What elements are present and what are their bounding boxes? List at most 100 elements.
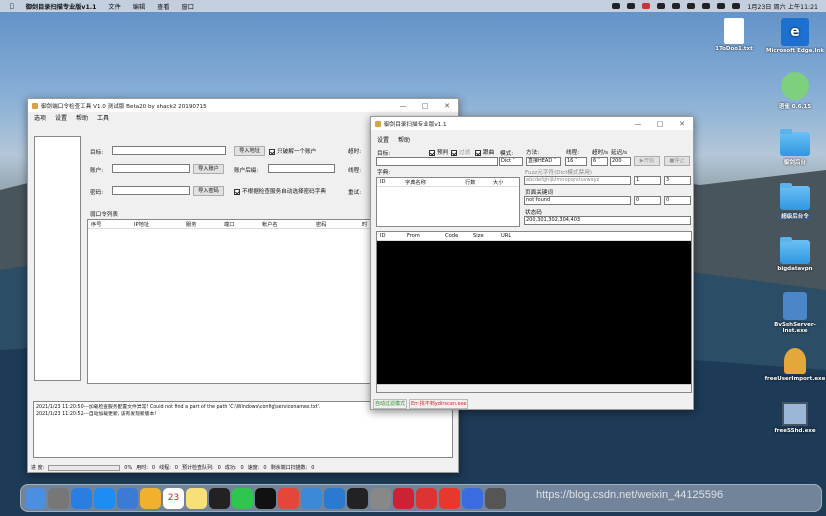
col-time[interactable]: 时 xyxy=(362,221,367,228)
wifi-icon[interactable] xyxy=(702,3,711,9)
menu-help[interactable]: 帮助 xyxy=(398,135,410,144)
search-icon[interactable] xyxy=(732,3,741,9)
predict-checkbox[interactable] xyxy=(429,149,435,156)
col-ip[interactable]: IP地址 xyxy=(134,221,186,228)
status-icon[interactable] xyxy=(612,3,621,9)
only-one-checkbox[interactable] xyxy=(269,148,275,155)
menu-tools[interactable]: 工具 xyxy=(97,113,109,122)
results-table[interactable]: ID From Code Size URL xyxy=(376,231,692,393)
menu-help[interactable]: 帮助 xyxy=(76,113,88,122)
battery-icon[interactable] xyxy=(717,3,726,9)
desktop-icon-edge[interactable]: e Microsoft Edge.lnk xyxy=(764,18,826,54)
desktop-icon-folder[interactable]: bigdatavpn xyxy=(764,237,826,272)
app-icon[interactable] xyxy=(485,487,506,509)
menu-edit[interactable]: 编辑 xyxy=(133,2,145,11)
horizontal-scrollbar[interactable] xyxy=(377,384,691,392)
account-suffix-input[interactable] xyxy=(268,164,335,173)
activity-monitor-icon[interactable] xyxy=(209,487,230,509)
safari-icon[interactable] xyxy=(71,487,92,509)
desktop-icon-folder[interactable]: 御剑后台 xyxy=(764,129,826,166)
chrome-icon[interactable] xyxy=(278,487,299,509)
not-check-option[interactable]: 不根据检查服务自动选择密码字典 xyxy=(234,187,326,195)
follow-checkbox[interactable] xyxy=(475,149,481,156)
mode-select[interactable]: Dict ˅ xyxy=(499,157,523,166)
desktop-icon-freeuser[interactable]: freeUserImport.exe xyxy=(764,348,826,382)
weak-password-table[interactable]: 序号 IP地址 服务 端口 帐户名 密码 时 xyxy=(87,219,375,384)
record-icon[interactable] xyxy=(642,3,651,9)
target-input[interactable] xyxy=(112,146,226,155)
col-lines[interactable]: 行数 xyxy=(465,179,493,186)
col-url[interactable]: URL xyxy=(501,233,511,239)
calendar-icon[interactable]: 23 xyxy=(163,487,184,509)
import-address-button[interactable]: 导入地址 xyxy=(234,146,265,156)
predict-option[interactable]: 预判 xyxy=(429,148,448,156)
col-code[interactable]: Code xyxy=(445,233,473,239)
only-one-option[interactable]: 只破解一个账户 xyxy=(269,147,316,155)
stop-button[interactable]: ■停止 xyxy=(664,156,690,166)
finder-icon[interactable] xyxy=(25,487,46,509)
filter-checkbox[interactable] xyxy=(451,149,457,156)
start-button[interactable]: ▶开始 xyxy=(634,156,660,166)
launchpad-icon[interactable] xyxy=(48,487,69,509)
import-password-button[interactable]: 导入密码 xyxy=(193,186,224,196)
desktop-icon-freesshd[interactable]: freeSShd.exe xyxy=(764,402,826,434)
app-name[interactable]: 御剑目录扫描专业版v1.1 xyxy=(26,2,97,11)
menu-settings[interactable]: 设置 xyxy=(377,135,389,144)
col-from[interactable]: From xyxy=(407,233,445,239)
apple-icon[interactable]:  xyxy=(10,3,14,10)
desktop-icon-folder[interactable]: 超级后台令 xyxy=(764,183,826,220)
col-id[interactable]: ID xyxy=(377,179,405,185)
col-port[interactable]: 端口 xyxy=(224,221,262,228)
status-code-input[interactable]: 200,301,302,304,403 xyxy=(524,216,691,225)
status-icon[interactable] xyxy=(627,3,636,9)
menu-settings[interactable]: 设置 xyxy=(55,113,67,122)
minimize-icon[interactable]: — xyxy=(392,102,414,110)
menu-file[interactable]: 文件 xyxy=(108,2,120,11)
status-icon[interactable] xyxy=(672,3,681,9)
maximize-icon[interactable]: □ xyxy=(649,120,671,128)
title-bar[interactable]: 御剑端口令检查工具 V1.0 测试版 Beta20 by shack2 2019… xyxy=(28,99,458,112)
col-size[interactable]: 大小 xyxy=(493,179,503,186)
appstore-icon[interactable] xyxy=(94,487,115,509)
netease-icon[interactable] xyxy=(439,487,460,509)
close-icon[interactable]: ✕ xyxy=(671,120,693,128)
notes-icon[interactable] xyxy=(186,487,207,509)
status-icon[interactable] xyxy=(657,3,666,9)
close-icon[interactable]: ✕ xyxy=(436,102,458,110)
col-id[interactable]: ID xyxy=(377,233,407,239)
method-select[interactable]: 直接HEAD ˅ xyxy=(526,157,561,166)
account-input[interactable] xyxy=(112,164,190,173)
wechat-icon[interactable] xyxy=(232,487,253,509)
parallels-icon[interactable] xyxy=(393,487,414,509)
status-icon[interactable] xyxy=(687,3,696,9)
not-check-checkbox[interactable] xyxy=(234,188,240,195)
target-input[interactable] xyxy=(376,157,498,166)
follow-option[interactable]: 跟曲 xyxy=(475,148,494,156)
page-keyword-a-input[interactable]: 0 xyxy=(634,196,661,205)
photos-icon[interactable] xyxy=(140,487,161,509)
filter-option[interactable]: 过滤 xyxy=(451,148,470,156)
settings-icon[interactable] xyxy=(370,487,391,509)
menu-options[interactable]: 选项 xyxy=(34,113,46,122)
desktop-icon-yuque[interactable]: 语雀 0.6.15 xyxy=(764,72,826,110)
password-input[interactable] xyxy=(112,186,190,195)
title-bar[interactable]: 御剑目录扫描专业版v1.1 — □ ✕ xyxy=(371,117,693,130)
side-list[interactable] xyxy=(34,136,81,381)
thread-select[interactable]: 16 ˅ xyxy=(565,157,587,166)
terminal-icon[interactable] xyxy=(347,487,368,509)
clock[interactable]: 1月23日 周六 上午11:21 xyxy=(747,2,818,11)
vscode-icon[interactable] xyxy=(324,487,345,509)
fuzz-min-input[interactable]: 1 xyxy=(634,176,661,185)
col-index[interactable]: 序号 xyxy=(88,221,134,228)
desktop-icon-bvssh[interactable]: BvSshServer-Inst.exe xyxy=(764,292,826,334)
timeout-select[interactable]: 6 ˅ xyxy=(591,157,608,166)
col-size[interactable]: Size xyxy=(473,233,501,239)
page-keyword-b-input[interactable]: 0 xyxy=(664,196,691,205)
page-keyword-input[interactable]: not found xyxy=(524,196,631,205)
feishu-icon[interactable] xyxy=(301,487,322,509)
dict-table[interactable]: ID 字典名称 行数 大小 xyxy=(376,177,520,227)
mail-icon[interactable] xyxy=(117,487,138,509)
col-service[interactable]: 服务 xyxy=(186,221,224,228)
menu-view[interactable]: 查看 xyxy=(157,2,169,11)
wps-icon[interactable] xyxy=(416,487,437,509)
